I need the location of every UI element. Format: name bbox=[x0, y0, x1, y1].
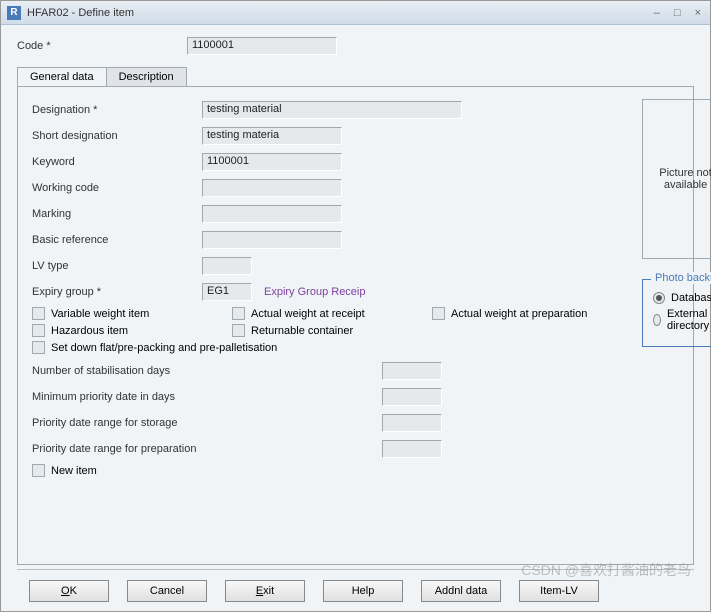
app-window: R HFAR02 - Define item – □ × Code * 1100… bbox=[0, 0, 711, 612]
close-icon[interactable]: × bbox=[692, 7, 704, 19]
database-radio-label: Database bbox=[671, 292, 711, 304]
designation-label: Designation * bbox=[32, 104, 202, 116]
window-controls: – □ × bbox=[651, 7, 704, 19]
code-row: Code * 1100001 bbox=[17, 35, 694, 57]
new-item-row: New item bbox=[32, 464, 632, 477]
hazardous-label: Hazardous item bbox=[51, 325, 128, 337]
check-row-2: Hazardous item Returnable container bbox=[32, 324, 632, 337]
actual-weight-receipt-label: Actual weight at receipt bbox=[251, 308, 365, 320]
tab-general-data[interactable]: General data bbox=[17, 67, 107, 87]
basic-reference-input[interactable] bbox=[202, 231, 342, 249]
expiry-group-desc: Expiry Group Receip bbox=[264, 286, 366, 298]
stabilisation-label: Number of stabilisation days bbox=[32, 365, 232, 377]
actual-weight-prep-checkbox[interactable] bbox=[432, 307, 445, 320]
database-radio[interactable] bbox=[653, 292, 665, 304]
content-area: Code * 1100001 General data Description … bbox=[1, 25, 710, 611]
check-row-3: Set down flat/pre-packing and pre-pallet… bbox=[32, 341, 632, 354]
right-column: Picture not available Photo backup Datab… bbox=[642, 99, 711, 481]
working-code-label: Working code bbox=[32, 182, 202, 194]
basic-reference-label: Basic reference bbox=[32, 234, 202, 246]
ok-rest: K bbox=[70, 585, 77, 597]
setdown-checkbox[interactable] bbox=[32, 341, 45, 354]
titlebar: R HFAR02 - Define item – □ × bbox=[1, 1, 710, 25]
priority-prep-label: Priority date range for preparation bbox=[32, 443, 232, 455]
tabstrip: General data Description bbox=[17, 67, 694, 87]
code-label: Code * bbox=[17, 40, 187, 52]
new-item-label: New item bbox=[51, 465, 97, 477]
ok-button[interactable]: OK bbox=[29, 580, 109, 602]
cancel-button[interactable]: Cancel bbox=[127, 580, 207, 602]
maximize-icon[interactable]: □ bbox=[671, 7, 684, 19]
keyword-label: Keyword bbox=[32, 156, 202, 168]
code-input[interactable]: 1100001 bbox=[187, 37, 337, 55]
expiry-group-label: Expiry group * bbox=[32, 286, 202, 298]
variable-weight-checkbox[interactable] bbox=[32, 307, 45, 320]
exit-button[interactable]: Exit bbox=[225, 580, 305, 602]
marking-label: Marking bbox=[32, 208, 202, 220]
tab-description[interactable]: Description bbox=[106, 67, 187, 87]
minimize-icon[interactable]: – bbox=[651, 7, 663, 19]
expiry-group-input[interactable]: EG1 bbox=[202, 283, 252, 301]
keyword-input[interactable]: 1100001 bbox=[202, 153, 342, 171]
short-designation-input[interactable]: testing materia bbox=[202, 127, 342, 145]
button-bar: OK Cancel Exit Help Addnl data Item-LV bbox=[17, 569, 694, 611]
exit-rest: xit bbox=[263, 585, 274, 597]
marking-input[interactable] bbox=[202, 205, 342, 223]
item-lv-button[interactable]: Item-LV bbox=[519, 580, 599, 602]
designation-input[interactable]: testing material bbox=[202, 101, 462, 119]
photo-backup-legend: Photo backup bbox=[651, 272, 711, 284]
returnable-label: Returnable container bbox=[251, 325, 353, 337]
actual-weight-prep-label: Actual weight at preparation bbox=[451, 308, 587, 320]
picture-placeholder: Picture not available bbox=[643, 167, 711, 191]
actual-weight-receipt-checkbox[interactable] bbox=[232, 307, 245, 320]
window-title: HFAR02 - Define item bbox=[27, 7, 651, 19]
picture-box: Picture not available bbox=[642, 99, 711, 259]
short-designation-label: Short designation bbox=[32, 130, 202, 142]
setdown-label: Set down flat/pre-packing and pre-pallet… bbox=[51, 342, 277, 354]
priority-prep-input[interactable] bbox=[382, 440, 442, 458]
priority-storage-label: Priority date range for storage bbox=[32, 417, 232, 429]
variable-weight-label: Variable weight item bbox=[51, 308, 149, 320]
tab-panel-general: Designation *testing material Short desi… bbox=[17, 86, 694, 565]
help-button[interactable]: Help bbox=[323, 580, 403, 602]
app-icon: R bbox=[7, 6, 21, 20]
min-priority-label: Minimum priority date in days bbox=[32, 391, 232, 403]
returnable-checkbox[interactable] bbox=[232, 324, 245, 337]
check-row-1: Variable weight item Actual weight at re… bbox=[32, 307, 632, 320]
hazardous-checkbox[interactable] bbox=[32, 324, 45, 337]
external-radio[interactable] bbox=[653, 314, 661, 326]
lv-type-input[interactable] bbox=[202, 257, 252, 275]
addnl-data-button[interactable]: Addnl data bbox=[421, 580, 501, 602]
lv-type-label: LV type bbox=[32, 260, 202, 272]
left-column: Designation *testing material Short desi… bbox=[32, 99, 632, 481]
photo-backup-fieldset: Photo backup Database External directory bbox=[642, 279, 711, 347]
form-area: Designation *testing material Short desi… bbox=[32, 99, 679, 481]
stabilisation-input[interactable] bbox=[382, 362, 442, 380]
external-radio-label: External directory bbox=[667, 308, 711, 332]
working-code-input[interactable] bbox=[202, 179, 342, 197]
min-priority-input[interactable] bbox=[382, 388, 442, 406]
new-item-checkbox[interactable] bbox=[32, 464, 45, 477]
priority-storage-input[interactable] bbox=[382, 414, 442, 432]
